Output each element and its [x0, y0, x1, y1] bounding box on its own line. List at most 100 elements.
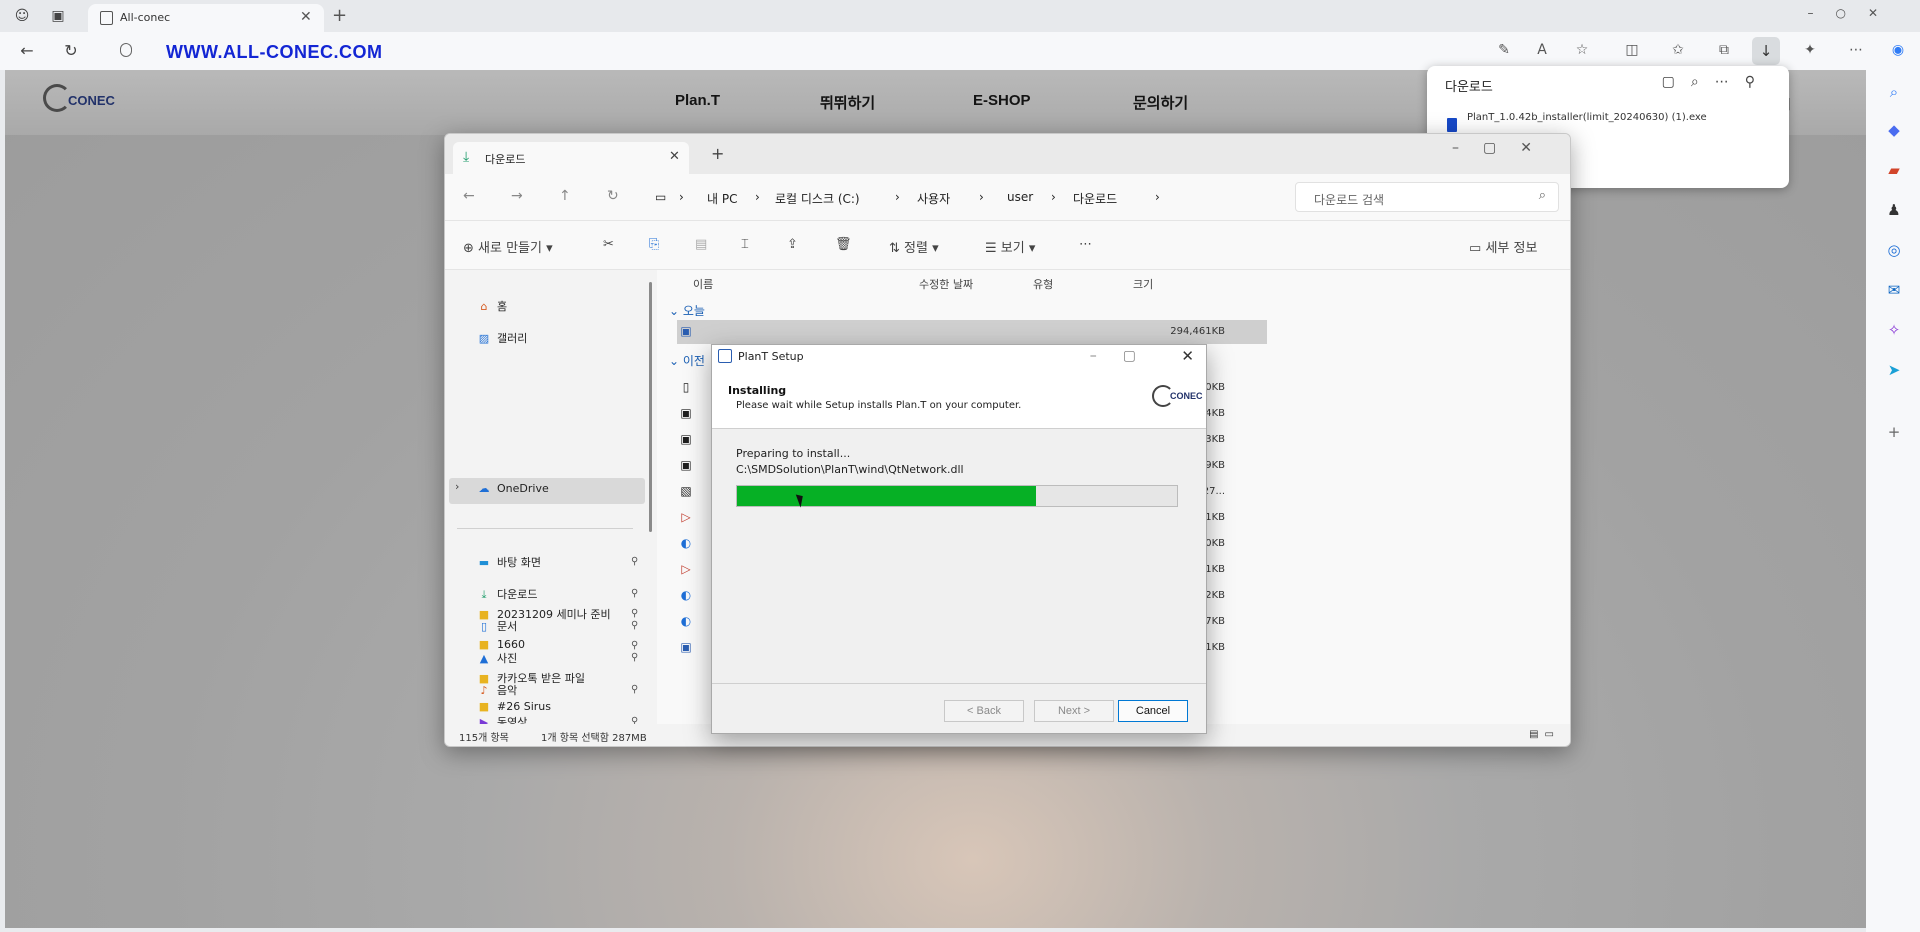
favorite-star-icon[interactable]: ☆ [1572, 42, 1592, 58]
downloads-flyout-title: 다운로드 [1445, 80, 1493, 95]
setup-body: Preparing to install... C:\SMDSolution\P… [712, 429, 1206, 679]
column-header-type[interactable]: 유형 [1033, 276, 1053, 292]
column-header-size[interactable]: 크기 [1133, 276, 1153, 292]
installer-icon [718, 349, 732, 363]
back-button[interactable]: < Back [944, 700, 1024, 722]
refresh-icon[interactable]: ↻ [60, 41, 82, 60]
collections-icon[interactable]: ⧉ [1714, 42, 1734, 58]
copy-icon[interactable]: ⎘ [649, 237, 659, 252]
exe-file-icon [1447, 118, 1457, 132]
install-progress-fill [737, 486, 1037, 506]
file-icon: ▷ [681, 510, 691, 524]
site-menu-item-2[interactable]: 뛰뛰하기 [820, 92, 875, 113]
share-icon[interactable]: ⇪ [787, 237, 798, 252]
site-menu-plant[interactable]: Plan.T [675, 92, 720, 109]
close-icon[interactable]: ✕ [1181, 347, 1194, 365]
folder-icon: ■ [478, 700, 490, 713]
site-logo[interactable]: CONEC [43, 84, 133, 114]
nav-pane-scrollbar[interactable] [649, 282, 652, 532]
nav-item-label: #26 Sirus [497, 700, 551, 713]
back-icon[interactable]: ← [16, 41, 38, 60]
read-aloud-icon[interactable]: ✎ [1494, 42, 1514, 58]
column-header-name[interactable]: 이름 [693, 276, 713, 292]
site-menu-eshop[interactable]: E-SHOP [973, 92, 1031, 109]
breadcrumb-item[interactable]: user [1007, 190, 1033, 204]
minimize-maximize-icons[interactable]: –▢ [1090, 348, 1162, 364]
breadcrumb-item[interactable]: 로컬 디스크 (C:) [775, 190, 860, 207]
add-sidebar-app-icon[interactable]: + [1884, 422, 1904, 442]
nav-item-label: 카카오톡 받은 파일 [497, 672, 585, 685]
drop-icon[interactable]: ➤ [1884, 360, 1904, 380]
outlook-icon[interactable]: ✉ [1884, 280, 1904, 300]
details-button-label: 세부 정보 [1485, 241, 1538, 256]
setup-heading: Installing [728, 384, 787, 397]
breadcrumb-item[interactable]: 다운로드 [1073, 190, 1117, 207]
view-toggle-buttons[interactable]: ▤▭ [1529, 729, 1560, 740]
breadcrumb[interactable]: ▭ › 내 PC › 로컬 디스크 (C:) › 사용자 › user › 다운… [651, 182, 1251, 212]
next-button[interactable]: Next > [1034, 700, 1114, 722]
group-header-today[interactable]: ⌄ 오늘 [669, 302, 705, 319]
setup-banner: Installing Please wait while Setup insta… [712, 369, 1206, 429]
column-header-modified[interactable]: 수정한 날짜 [919, 276, 973, 292]
file-icon: ▣ [680, 640, 692, 654]
breadcrumb-sep: › [679, 190, 684, 204]
downloads-flyout-actions[interactable]: ▢⌕⋯⚲ [1662, 74, 1771, 90]
cancel-button[interactable]: Cancel [1118, 700, 1188, 722]
see-more-icon[interactable]: ⋯ [1079, 237, 1092, 252]
file-size: 294,461KB [1170, 326, 1225, 337]
sort-button-label: 정렬 [904, 241, 928, 256]
downloads-button[interactable]: ↓ [1752, 37, 1780, 65]
url-field[interactable]: WWW.ALL-CONEC.COM [112, 37, 1462, 65]
view-button[interactable]: ☰ 보기 ▾ [985, 237, 1035, 256]
page-favicon-icon [100, 11, 113, 25]
workspaces-icon[interactable]: ▣ [48, 6, 68, 26]
extensions-icon[interactable]: ✦ [1800, 42, 1820, 58]
file-icon: ▯ [682, 380, 690, 394]
explorer-new-tab-button[interactable]: + [711, 144, 724, 163]
nav-item-folder[interactable]: ■ #26 Sirus [477, 700, 551, 722]
pin-icon[interactable]: ⚲ [631, 608, 638, 619]
tab-close-icon[interactable]: ✕ [300, 9, 312, 25]
nav-item-folder[interactable]: ■ 카카오톡 받은 파일 [477, 670, 585, 692]
downloaded-file-name[interactable]: PlanT_1.0.42b_installer(limit_20240630) … [1467, 112, 1707, 123]
file-icon: ◐ [680, 614, 692, 628]
people-icon[interactable]: ♟ [1884, 200, 1904, 220]
explorer-window-controls[interactable]: –▢✕ [1452, 140, 1556, 156]
setup-title-bar: PlanT Setup –▢ ✕ [712, 345, 1206, 369]
favorites-icon[interactable]: ✩ [1668, 42, 1688, 58]
rename-icon[interactable]: ⌶ [741, 237, 749, 252]
new-tab-button[interactable]: + [332, 5, 347, 26]
nav-item-folder[interactable]: ■ 20231209 세미나 준비 [477, 606, 611, 628]
pin-icon[interactable]: ⚲ [631, 640, 638, 651]
explorer-search-input[interactable]: 다운로드 검색 ⌕ [1295, 182, 1559, 212]
copilot-icon[interactable]: ◉ [1888, 42, 1908, 58]
lock-icon[interactable] [120, 43, 132, 57]
details-pane-button[interactable]: ▭ 세부 정보 [1469, 237, 1537, 256]
close-icon[interactable]: ✕ [669, 149, 680, 164]
window-controls[interactable]: –○✕ [1807, 6, 1900, 20]
group-header-earlier[interactable]: ⌄ 이전 [669, 352, 705, 369]
file-icon: ▧ [680, 484, 692, 498]
sort-button[interactable]: ⇅ 정렬 ▾ [889, 237, 939, 256]
site-menu-contact[interactable]: 문의하기 [1133, 92, 1188, 113]
search-icon[interactable]: ⌕ [1884, 82, 1904, 102]
paste-icon[interactable]: ▤ [695, 237, 707, 252]
designer-icon[interactable]: ✧ [1884, 320, 1904, 340]
tag-icon[interactable]: ◆ [1884, 120, 1904, 140]
toolbox-icon[interactable]: ▰ [1884, 160, 1904, 180]
profile-icon[interactable]: ☺ [12, 6, 32, 26]
split-screen-icon[interactable]: ◫ [1622, 42, 1642, 58]
more-menu-icon[interactable]: ⋯ [1846, 42, 1866, 58]
breadcrumb-item[interactable]: 사용자 [917, 190, 950, 207]
office-icon[interactable]: ◎ [1884, 240, 1904, 260]
breadcrumb-sep: › [895, 190, 900, 204]
file-icon: ▣ [680, 458, 692, 472]
nav-item-label: 1660 [497, 638, 525, 651]
nav-item-folder[interactable]: ■ 1660 [477, 638, 525, 660]
file-icon: ◐ [680, 536, 692, 550]
delete-icon[interactable]: 🗑 [835, 237, 852, 252]
site-logo-text: CONEC [68, 93, 115, 108]
browser-tab-active[interactable]: All-conec ✕ [88, 4, 324, 32]
breadcrumb-item[interactable]: 내 PC [707, 190, 737, 207]
translate-icon[interactable]: A [1532, 42, 1552, 58]
